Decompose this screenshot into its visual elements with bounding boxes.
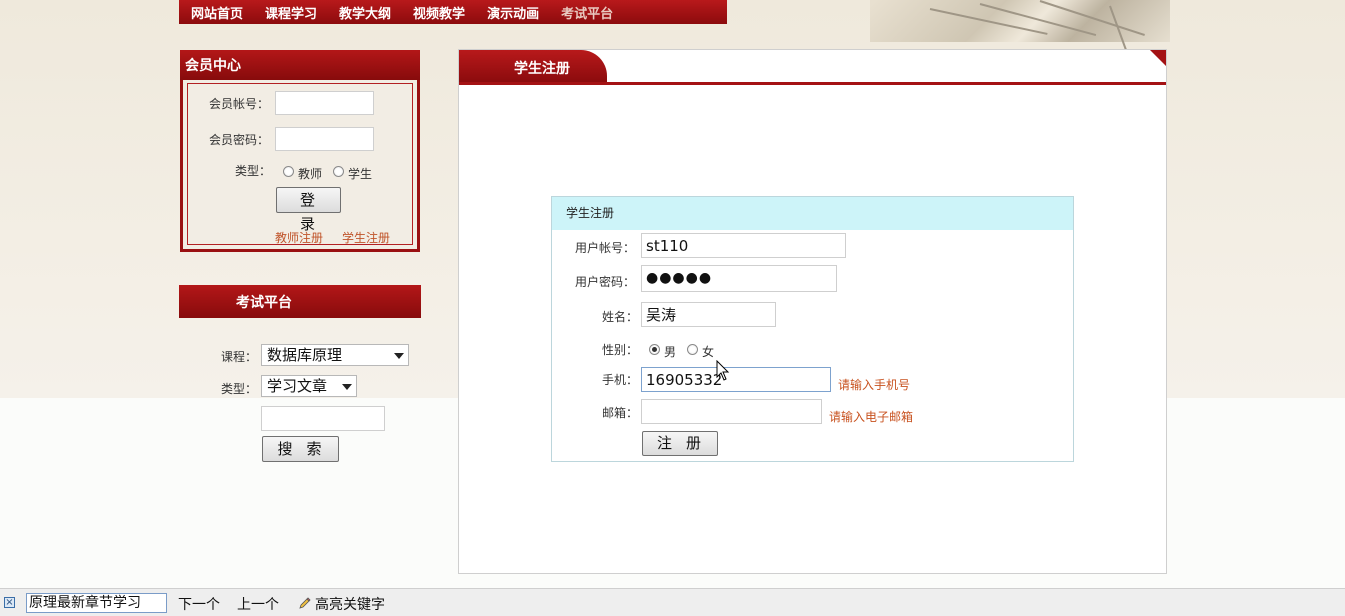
exam-type-label: 类型： [221,382,258,396]
username-input[interactable] [641,233,846,258]
chevron-down-icon [342,384,352,390]
header-decoration-image [870,0,1170,63]
member-password-label: 会员密码： [209,133,270,147]
exam-platform-title: 考试平台 [179,285,421,318]
radio-student[interactable] [333,166,344,177]
close-icon[interactable]: × [4,597,15,608]
radio-male[interactable] [649,344,660,355]
course-select-value: 数据库原理 [267,346,343,364]
nav-video[interactable]: 视频教学 [413,3,465,22]
student-register-link[interactable]: 学生注册 [342,229,390,246]
chevron-down-icon [394,353,404,359]
exam-search-button[interactable]: 搜索 [262,436,339,462]
find-next-button[interactable]: 下一个 [178,594,220,614]
form-title: 学生注册 [552,197,1073,230]
radio-female-label: 女 [702,345,715,359]
register-submit-button[interactable]: 注册 [642,431,718,456]
password-label: 用户密码： [575,275,636,289]
top-nav: 网站首页 课程学习 教学大纲 视频教学 演示动画 考试平台 [179,0,727,24]
name-input[interactable] [641,302,776,327]
nav-animation[interactable]: 演示动画 [487,3,539,22]
email-input[interactable] [641,399,822,424]
member-account-label: 会员帐号： [209,97,270,111]
exam-course-label: 课程： [221,350,258,364]
teacher-register-link[interactable]: 教师注册 [275,229,323,246]
pencil-icon [299,597,311,609]
email-label: 邮箱： [602,406,639,420]
member-account-input[interactable] [275,91,374,115]
radio-teacher[interactable] [283,166,294,177]
nav-course-study[interactable]: 课程学习 [265,3,317,22]
main-tab-title: 学生注册 [459,50,607,83]
password-input[interactable]: ●●●●● [641,265,837,292]
radio-teacher-label: 教师 [298,167,323,181]
member-center-title: 会员中心 [180,50,420,80]
member-password-input[interactable] [275,127,374,151]
member-type-label: 类型： [235,164,272,178]
find-input[interactable]: 原理最新章节学习 [26,593,167,613]
email-hint: 请输入电子邮箱 [829,410,914,424]
gender-label: 性别： [602,343,639,357]
radio-female[interactable] [687,344,698,355]
radio-male-label: 男 [664,345,677,359]
course-select[interactable]: 数据库原理 [261,344,409,366]
type-select-value: 学习文章 [267,377,328,395]
corner-decoration [1150,50,1166,66]
username-label: 用户帐号： [575,241,636,255]
radio-student-label: 学生 [348,167,373,181]
find-bar: × 原理最新章节学习 下一个 上一个 高亮关键字 [0,588,1345,616]
login-button[interactable]: 登录 [276,187,341,233]
highlight-keyword-button[interactable]: 高亮关键字 [315,594,385,614]
phone-input[interactable] [641,367,831,392]
mouse-cursor-icon [716,360,730,381]
find-prev-button[interactable]: 上一个 [237,594,279,614]
nav-syllabus[interactable]: 教学大纲 [339,3,391,22]
type-select[interactable]: 学习文章 [261,375,357,397]
phone-label: 手机： [602,373,639,387]
exam-search-input[interactable] [261,406,385,431]
name-label: 姓名： [602,310,639,324]
find-input-value: 原理最新章节学习 [29,595,141,611]
nav-home[interactable]: 网站首页 [191,3,243,22]
nav-exam[interactable]: 考试平台 [561,3,613,22]
phone-hint: 请输入手机号 [838,378,911,392]
main-head-bar [459,82,1166,85]
